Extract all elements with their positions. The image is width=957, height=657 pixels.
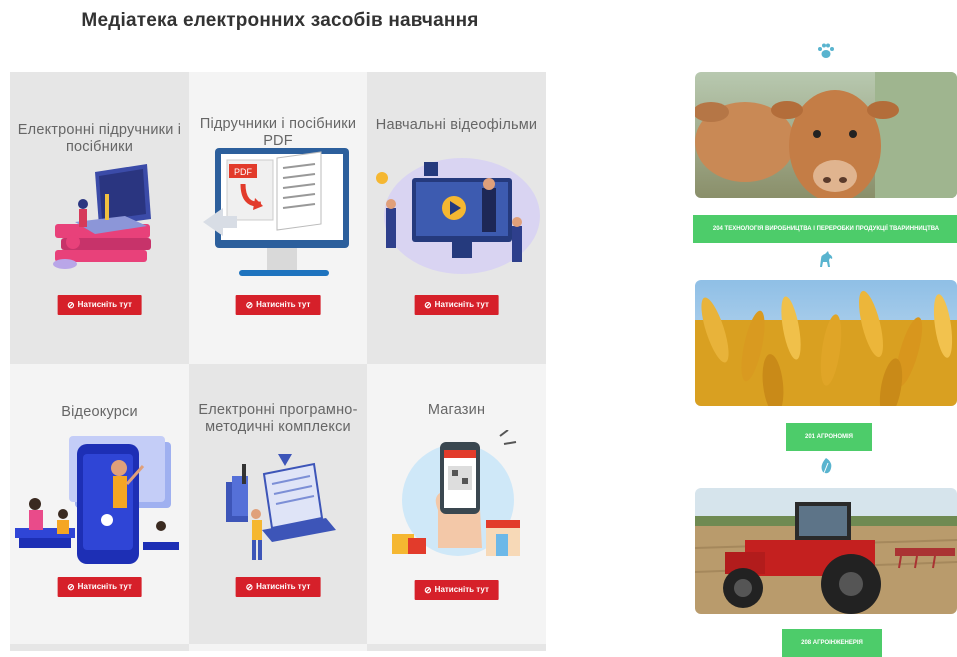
check-circle-icon: ⊘ (67, 300, 75, 310)
tile-title: Електронні програмно-методичні комплекси (198, 402, 358, 435)
open-button[interactable]: ⊘ Натисніть тут (57, 295, 142, 315)
book-laptop-illustration (189, 454, 367, 566)
open-button[interactable]: ⊘ Натисніть тут (57, 577, 142, 597)
tile-video-films[interactable]: Навчальні відеофільми ⊘ Натисніть тут (367, 72, 546, 364)
specialty-201-button[interactable]: 201 АГРОНОМІЯ (786, 423, 872, 451)
open-button[interactable]: ⊘ Натисніть тут (414, 295, 499, 315)
mobile-shop-illustration (367, 430, 546, 564)
tile-title: Відеокурси (61, 404, 138, 420)
specialty-208-button[interactable]: 208 АГРОІНЖЕНЕРІЯ (782, 629, 882, 657)
open-button[interactable]: ⊘ Натисніть тут (414, 580, 499, 600)
media-tiles-grid: Електронні підручники і посібники ⊘ Нати… (10, 72, 546, 651)
video-presentation-illustration (367, 148, 546, 278)
tile-e-textbooks[interactable]: Електронні підручники і посібники ⊘ Нати… (10, 72, 189, 364)
specialties-column: 204 ТЕХНОЛОГІЯ ВИРОБНИЦТВА І ПЕРЕРОБКИ П… (693, 0, 957, 657)
horse-icon (695, 250, 957, 273)
tile-video-courses[interactable]: Відеокурси ⊘ Натисніть тут (10, 364, 189, 644)
svg-text:PDF: PDF (234, 167, 253, 177)
leaf-icon (695, 457, 957, 480)
check-circle-icon: ⊘ (424, 585, 432, 595)
tile-shop[interactable]: Магазин ⊘ Натисніть тут (367, 364, 546, 644)
check-circle-icon: ⊘ (245, 582, 254, 592)
video-course-illustration (10, 430, 189, 564)
paw-icon (695, 42, 957, 65)
tile-row-partial (367, 644, 546, 651)
check-circle-icon: ⊘ (67, 582, 75, 592)
specialty-204-button[interactable]: 204 ТЕХНОЛОГІЯ ВИРОБНИЦТВА І ПЕРЕРОБКИ П… (693, 215, 957, 243)
tile-title: Навчальні відеофільми (375, 117, 538, 133)
laptop-books-illustration (10, 164, 189, 282)
cattle-photo[interactable] (695, 72, 957, 198)
open-button[interactable]: ⊘ Натисніть тут (235, 577, 321, 597)
tile-title: Магазин (427, 402, 486, 418)
check-circle-icon: ⊘ (245, 300, 254, 310)
tile-pdf-textbooks[interactable]: Підручники і посібники PDF PDF ⊘ Натисні… (189, 72, 367, 364)
wheat-photo[interactable] (695, 280, 957, 406)
tile-row-partial (189, 644, 367, 651)
check-circle-icon: ⊘ (424, 300, 432, 310)
page-title: Медіатека електронних засобів навчання (81, 10, 479, 31)
tile-row-partial (10, 644, 189, 651)
tile-e-methodical-complexes[interactable]: Електронні програмно-методичні комплекси… (189, 364, 367, 644)
tractor-photo[interactable] (695, 488, 957, 614)
open-button[interactable]: ⊘ Натисніть тут (235, 295, 321, 315)
pdf-monitor-illustration: PDF (189, 144, 367, 292)
tile-title: Електронні підручники і посібники (17, 122, 182, 155)
